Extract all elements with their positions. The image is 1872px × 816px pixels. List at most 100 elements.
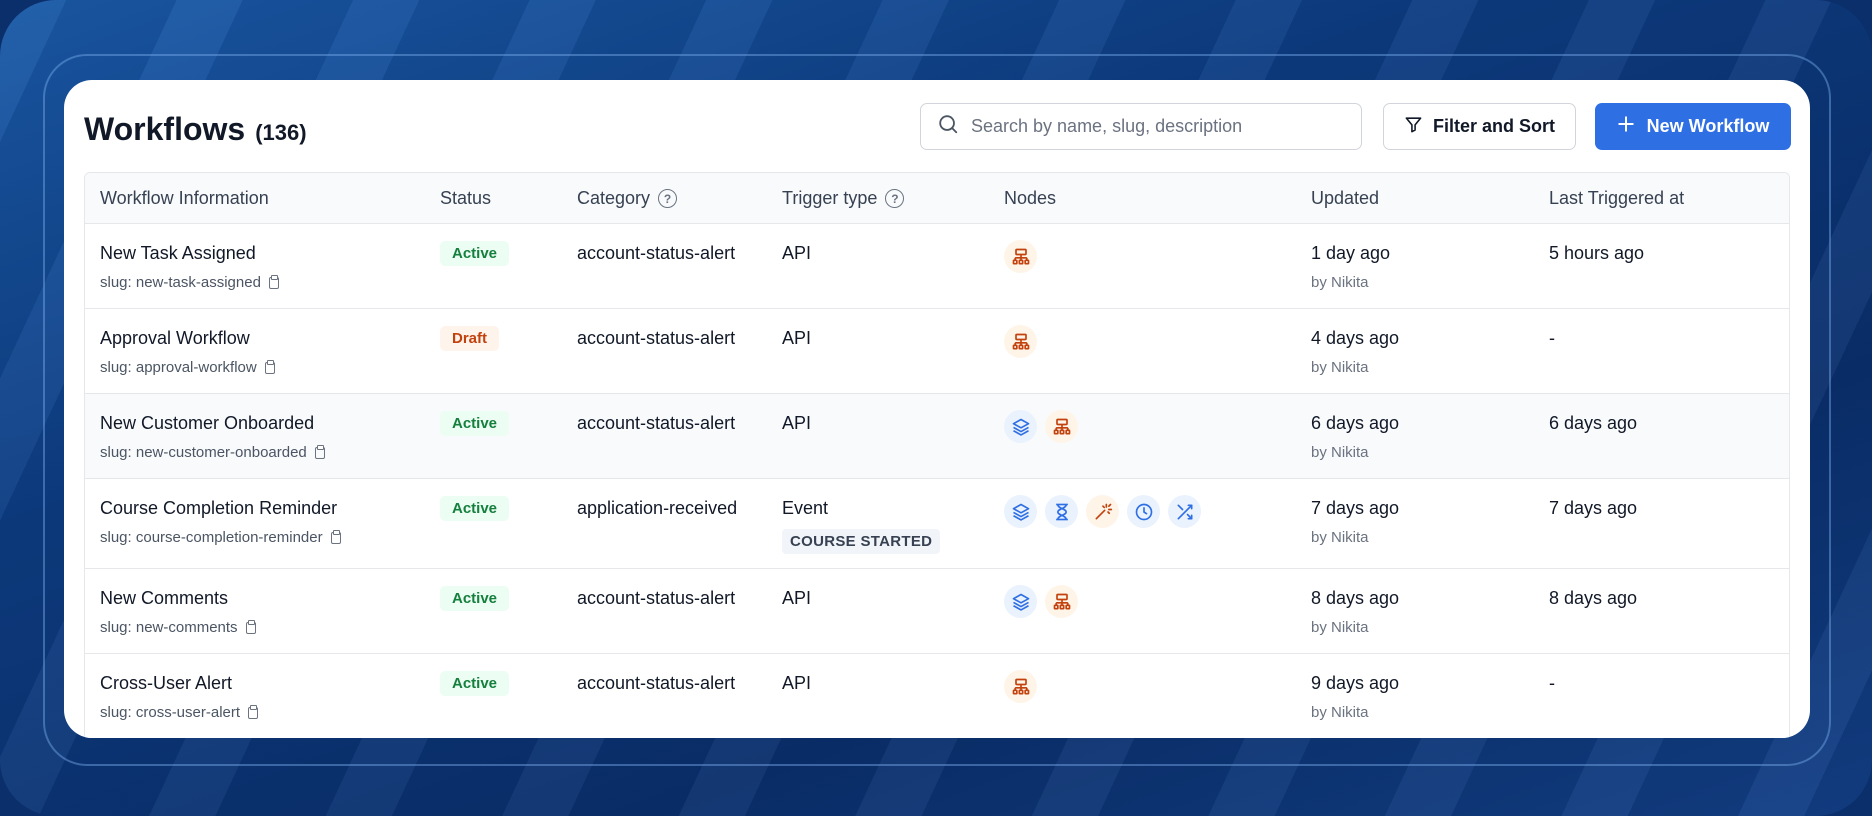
trigger-type-text: API [782, 328, 812, 348]
updated-by-text: by Nikita [1311, 274, 1369, 291]
slug-text: slug: new-task-assigned [100, 274, 261, 291]
hourglass-icon [1045, 495, 1078, 528]
col-workflow-information[interactable]: Workflow Information [100, 173, 269, 224]
status-badge: Active [440, 496, 510, 521]
search-box[interactable] [920, 103, 1362, 150]
status-badge: Active [440, 411, 510, 436]
copy-icon[interactable] [248, 704, 259, 719]
status-badge: Active [440, 671, 510, 696]
page-title-text: Workflows [84, 111, 246, 147]
hierarchy-icon [1004, 240, 1037, 273]
updated-text: 8 days ago [1311, 588, 1400, 608]
nodes-list [1004, 585, 1078, 618]
last-triggered-text: 8 days ago [1549, 588, 1638, 608]
filter-and-sort-button[interactable]: Filter and Sort [1383, 103, 1576, 150]
col-label: Workflow Information [100, 188, 269, 208]
nodes-list [1004, 670, 1037, 703]
copy-icon[interactable] [314, 444, 325, 459]
category-text: account-status-alert [577, 328, 736, 348]
copy-icon[interactable] [268, 274, 279, 289]
last-triggered-text: 7 days ago [1549, 498, 1638, 518]
trigger-type-text: API [782, 413, 812, 433]
updated-by-text: by Nikita [1311, 444, 1369, 461]
trigger-type-text: API [782, 673, 812, 693]
updated-by-text: by Nikita [1311, 704, 1369, 721]
col-updated[interactable]: Updated [1311, 173, 1379, 224]
col-nodes[interactable]: Nodes [1004, 173, 1056, 224]
nodes-list [1004, 240, 1037, 273]
layers-icon [1004, 495, 1037, 528]
status-badge: Active [440, 241, 510, 266]
workflow-name[interactable]: New Comments [100, 588, 228, 609]
copy-icon[interactable] [264, 359, 275, 374]
workflow-slug: slug: course-completion-reminder [100, 529, 341, 546]
updated-text: 1 day ago [1311, 243, 1391, 263]
trigger-type-text: Event [782, 498, 829, 518]
col-label: Updated [1311, 188, 1380, 208]
help-icon[interactable]: ? [658, 189, 678, 208]
category-text: account-status-alert [577, 673, 736, 693]
slug-text: slug: new-comments [100, 619, 238, 636]
slug-text: slug: approval-workflow [100, 359, 257, 376]
updated-text: 4 days ago [1311, 328, 1400, 348]
new-workflow-label: New Workflow [1646, 116, 1770, 136]
search-input[interactable] [971, 116, 1331, 137]
hierarchy-icon [1045, 585, 1078, 618]
workflow-name[interactable]: Cross-User Alert [100, 673, 232, 694]
copy-icon[interactable] [330, 529, 341, 544]
last-triggered-text: 5 hours ago [1549, 243, 1645, 263]
workflow-slug: slug: cross-user-alert [100, 704, 259, 721]
col-last-triggered[interactable]: Last Triggered at [1549, 173, 1684, 224]
col-label: Last Triggered at [1549, 188, 1685, 208]
col-label: Trigger type [782, 188, 878, 208]
table-row[interactable]: New Task Assigned slug: new-task-assigne… [85, 224, 1789, 309]
col-label: Status [440, 188, 492, 208]
table-row[interactable]: New Customer Onboarded slug: new-custome… [85, 394, 1789, 479]
filter-and-sort-label: Filter and Sort [1432, 116, 1555, 136]
layers-icon [1004, 585, 1037, 618]
status-badge: Draft [440, 326, 500, 351]
workflow-slug: slug: approval-workflow [100, 359, 275, 376]
filter-icon [1404, 115, 1423, 139]
workflow-slug: slug: new-comments [100, 619, 256, 636]
workflow-name[interactable]: New Task Assigned [100, 243, 256, 264]
clock-icon [1127, 495, 1160, 528]
category-text: account-status-alert [577, 243, 736, 263]
workflow-name[interactable]: New Customer Onboarded [100, 413, 314, 434]
workflow-name[interactable]: Course Completion Reminder [100, 498, 337, 519]
updated-by-text: by Nikita [1311, 359, 1369, 376]
workflow-name[interactable]: Approval Workflow [100, 328, 250, 349]
workflow-slug: slug: new-task-assigned [100, 274, 279, 291]
workflows-card: Workflows (136) Filter and Sort New Work… [64, 80, 1810, 738]
table-header: Workflow Information Status Category? Tr… [85, 173, 1789, 224]
table-body: New Task Assigned slug: new-task-assigne… [85, 224, 1789, 738]
help-icon[interactable]: ? [885, 189, 905, 208]
trigger-type-text: API [782, 243, 812, 263]
updated-by-text: by Nikita [1311, 619, 1369, 636]
slug-text: slug: cross-user-alert [100, 704, 241, 721]
workflows-table: Workflow Information Status Category? Tr… [84, 172, 1790, 738]
col-category[interactable]: Category? [577, 173, 678, 224]
updated-by-text: by Nikita [1311, 529, 1369, 546]
col-trigger-type[interactable]: Trigger type? [782, 173, 905, 224]
nodes-list [1004, 495, 1201, 528]
last-triggered-text: - [1549, 673, 1555, 693]
nodes-list [1004, 325, 1037, 358]
workflow-count: (136) [255, 120, 307, 145]
table-row[interactable]: Cross-User Alert slug: cross-user-alert … [85, 654, 1789, 738]
table-row[interactable]: Approval Workflow slug: approval-workflo… [85, 309, 1789, 394]
slug-text: slug: new-customer-onboarded [100, 444, 307, 461]
search-icon [937, 113, 959, 140]
col-label: Category [577, 188, 651, 208]
category-text: application-received [577, 498, 738, 518]
page-title: Workflows (136) [84, 111, 307, 148]
plus-icon [1617, 115, 1635, 138]
updated-text: 6 days ago [1311, 413, 1400, 433]
col-status[interactable]: Status [440, 173, 491, 224]
copy-icon[interactable] [245, 619, 256, 634]
table-row[interactable]: New Comments slug: new-comments Active a… [85, 569, 1789, 654]
table-row[interactable]: Course Completion Reminder slug: course-… [85, 479, 1789, 569]
new-workflow-button[interactable]: New Workflow [1595, 103, 1791, 150]
event-tag: COURSE STARTED [782, 529, 941, 554]
nodes-list [1004, 410, 1078, 443]
